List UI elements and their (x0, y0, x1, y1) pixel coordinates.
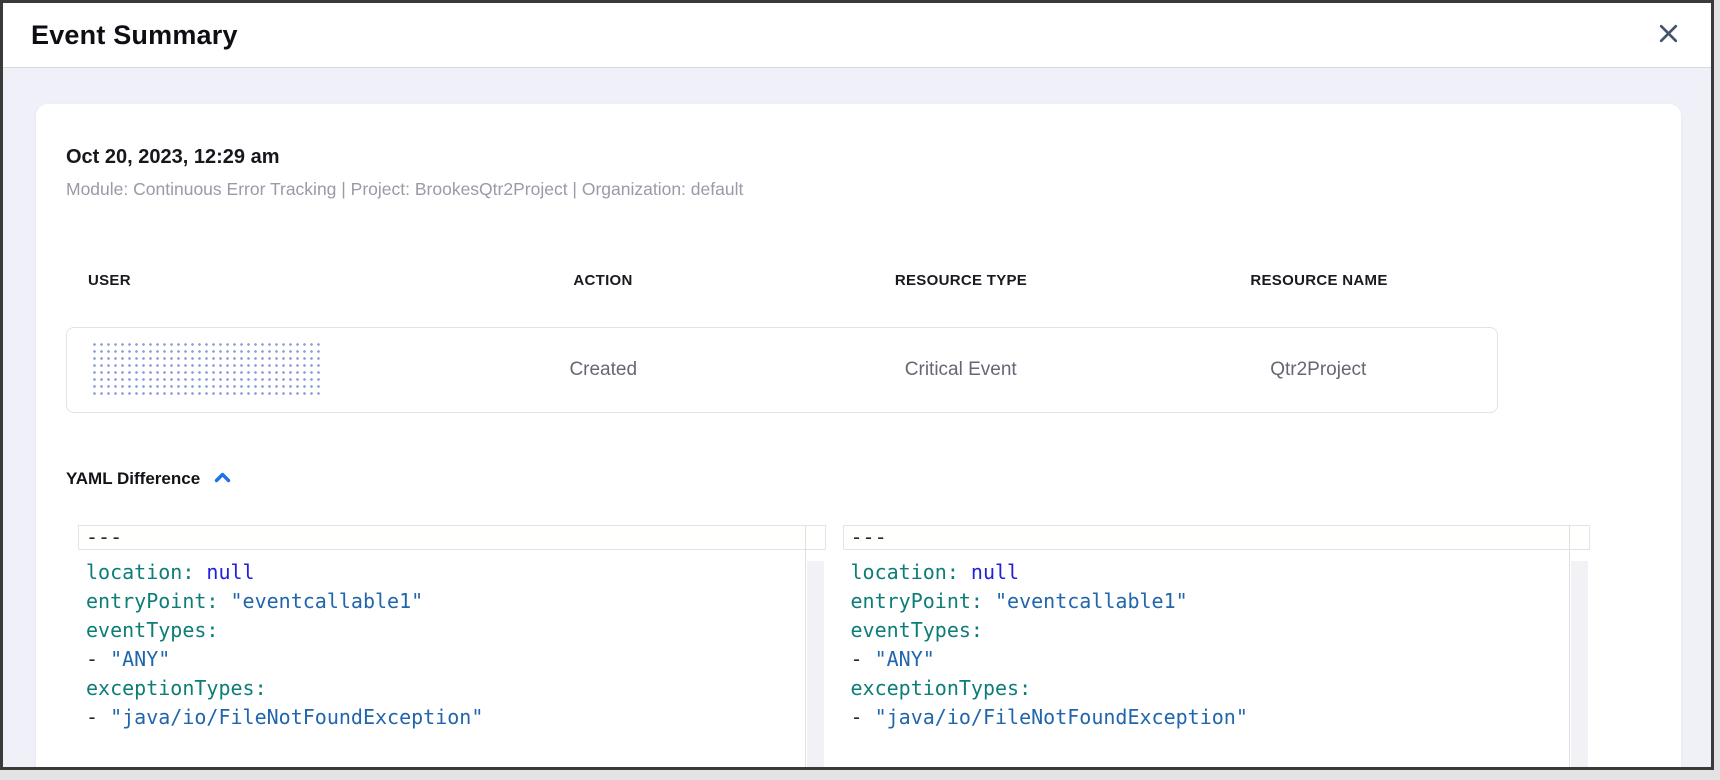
yaml-code-line: - "java/io/FileNotFoundException" (78, 703, 826, 732)
yaml-code-line: eventTypes: (843, 616, 1591, 645)
gutter-divider (805, 525, 806, 767)
table-row: Created Critical Event Qtr2Project (66, 327, 1498, 413)
yaml-code-line: entryPoint: "eventcallable1" (843, 587, 1591, 616)
yaml-code-line: location: null (843, 558, 1591, 587)
modal-body: Oct 20, 2023, 12:29 am Module: Continuou… (3, 68, 1711, 767)
yaml-difference-label: YAML Difference (66, 469, 200, 489)
audit-table: USER ACTION RESOURCE TYPE RESOURCE NAME … (66, 272, 1498, 413)
yaml-code-line: eventTypes: (78, 616, 826, 645)
scrollbar-track[interactable] (1571, 561, 1588, 767)
yaml-difference-header: YAML Difference (66, 467, 1651, 491)
close-icon (1656, 21, 1681, 49)
redacted-user-name (91, 341, 323, 399)
event-timestamp: Oct 20, 2023, 12:29 am (66, 146, 1651, 169)
yaml-code-line: exceptionTypes: (843, 674, 1591, 703)
yaml-panel-after[interactable]: --- location: nullentryPoint: "eventcalla… (843, 525, 1591, 767)
action-cell: Created (425, 359, 783, 381)
modal-header: Event Summary (3, 3, 1711, 68)
yaml-code-line: - "ANY" (843, 645, 1591, 674)
yaml-code-line: - "java/io/FileNotFoundException" (843, 703, 1591, 732)
header-action: ACTION (424, 272, 782, 289)
yaml-diff: ---location: nullentryPoint: "eventcalla… (78, 525, 1590, 767)
yaml-code-line: --- (843, 525, 1591, 550)
yaml-code-line: exceptionTypes: (78, 674, 826, 703)
event-card: Oct 20, 2023, 12:29 am Module: Continuou… (36, 104, 1681, 767)
yaml-code-line: entryPoint: "eventcallable1" (78, 587, 826, 616)
scrollbar-track[interactable] (807, 561, 824, 767)
yaml-panel-before[interactable]: --- location: nullentryPoint: "eventcalla… (78, 525, 826, 767)
chevron-up-icon (212, 469, 233, 489)
page-title: Event Summary (31, 20, 238, 51)
event-meta: Module: Continuous Error Tracking | Proj… (66, 179, 1651, 200)
user-cell (67, 341, 425, 399)
close-button[interactable] (1651, 18, 1685, 52)
resource-type-cell: Critical Event (782, 359, 1140, 381)
table-header-row: USER ACTION RESOURCE TYPE RESOURCE NAME (66, 272, 1498, 289)
resource-name-cell: Qtr2Project (1140, 359, 1498, 381)
yaml-code-line: - "ANY" (78, 645, 826, 674)
yaml-code-line: location: null (78, 558, 826, 587)
header-resource-type: RESOURCE TYPE (782, 272, 1140, 289)
gutter-divider (1569, 525, 1570, 767)
yaml-code-line: --- (78, 525, 826, 550)
header-user: USER (66, 272, 424, 289)
header-resource-name: RESOURCE NAME (1140, 272, 1498, 289)
collapse-section-button[interactable] (210, 467, 235, 491)
event-summary-modal: Event Summary Oct 20, 2023, 12:29 am Mod… (0, 0, 1714, 770)
